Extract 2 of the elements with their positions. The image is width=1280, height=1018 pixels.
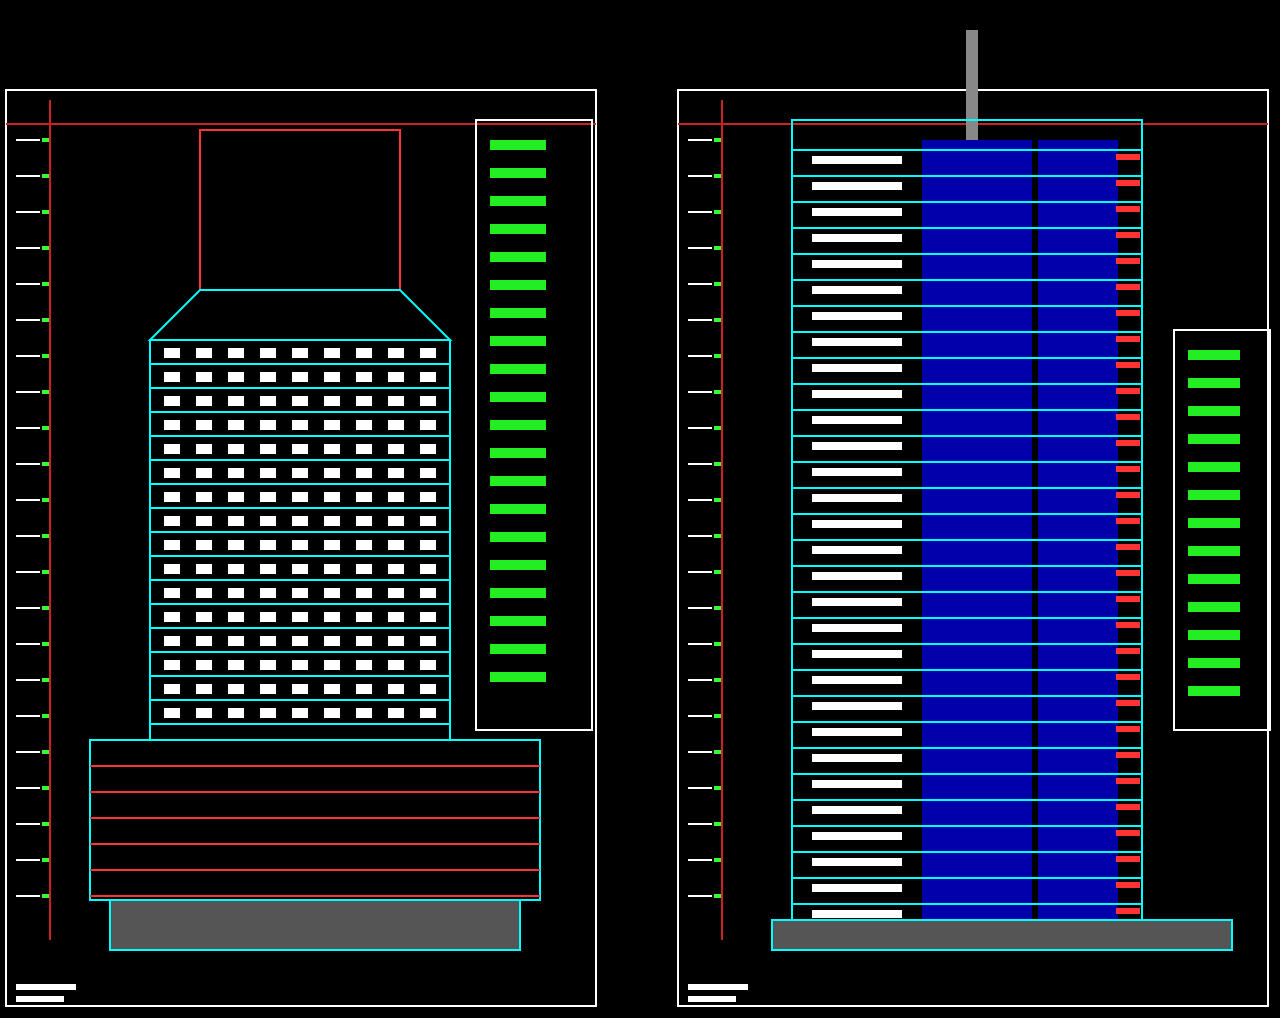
title-mark-drawing: [16, 984, 76, 1002]
title-mark-drawing: [688, 984, 748, 1002]
